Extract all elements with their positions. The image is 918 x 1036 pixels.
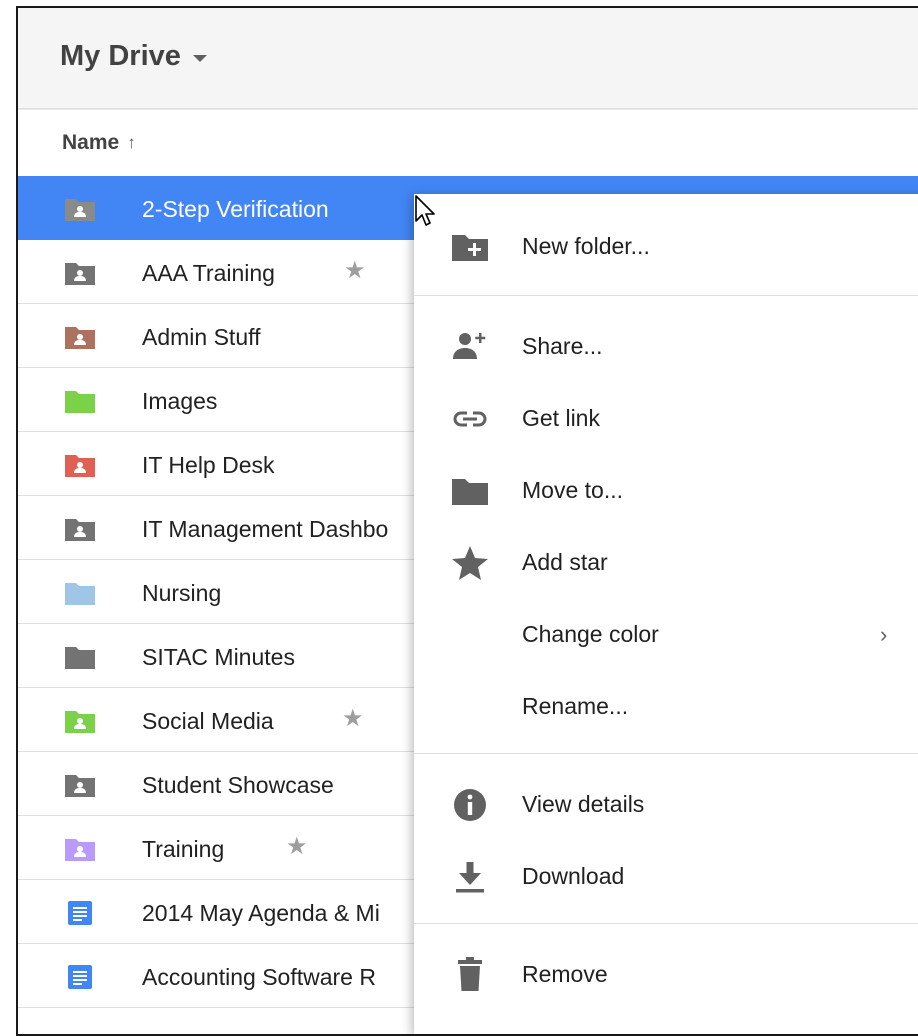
link-icon [453,411,487,427]
context-menu: New folder... Share... Get link Move to.… [414,194,918,1034]
shared-folder-icon [65,455,95,477]
menu-divider [414,923,918,924]
star-icon[interactable]: ★ [286,832,308,861]
shared-folder-icon [65,263,95,285]
file-name: AAA Training [142,260,275,286]
sort-arrow-up-icon: ↑ [127,133,136,152]
menu-divider [414,753,918,754]
star-icon [452,546,488,580]
menu-item-add-star[interactable]: Add star [414,532,918,592]
add-star-label: Add star [522,549,608,575]
name-column-label: Name [62,131,120,154]
shared-folder-icon [65,775,95,797]
new-folder-label: New folder... [522,233,650,259]
document-icon [68,901,92,925]
new-folder-icon [452,235,488,261]
shared-folder-icon [65,327,95,349]
top-bar: My Drive [18,8,918,109]
document-icon [68,965,92,989]
share-label: Share... [522,333,603,359]
menu-item-get-link[interactable]: Get link [414,388,918,448]
caret-down-icon [192,55,207,62]
file-name: Admin Stuff [142,324,261,350]
page-title: My Drive [60,40,181,72]
star-icon[interactable]: ★ [344,256,366,285]
menu-item-download[interactable]: Download [414,846,918,906]
menu-item-rename[interactable]: Rename... [414,676,918,736]
folder-icon [65,583,95,605]
add-person-icon [453,333,486,359]
menu-item-remove[interactable]: Remove [414,944,918,1004]
file-name: IT Help Desk [142,452,275,478]
file-name: SITAC Minutes [142,644,295,670]
rename-label: Rename... [522,693,629,719]
menu-item-move-to[interactable]: Move to... [414,460,918,520]
view-details-label: View details [522,791,645,817]
menu-item-share[interactable]: Share... [414,316,918,376]
file-name: 2-Step Verification [142,196,329,222]
info-icon [454,789,486,821]
star-icon[interactable]: ★ [342,704,364,733]
remove-label: Remove [522,961,608,987]
sort-by-name[interactable]: Name ↑ [62,131,136,155]
get-link-label: Get link [522,405,600,431]
folder-icon [65,647,95,669]
menu-item-change-color[interactable]: Change color › [414,604,918,664]
file-name: IT Management Dashbo [142,516,389,542]
change-color-label: Change color [522,621,659,647]
trash-icon [458,957,482,991]
menu-divider [414,295,918,296]
file-name: Accounting Software R [142,964,376,990]
file-name: Training [142,836,225,862]
folder-icon [65,391,95,413]
file-name: Nursing [142,580,222,606]
file-name: Social Media [142,708,274,734]
file-name: 2014 May Agenda & Mi [142,900,380,926]
folder-icon [452,479,488,505]
chevron-right-icon: › [880,622,888,647]
download-label: Download [522,863,625,889]
shared-folder-icon [65,199,95,221]
column-header: Name ↑ [18,110,918,177]
shared-folder-icon [65,711,95,733]
download-icon [456,862,484,893]
shared-folder-icon [65,519,95,541]
mouse-cursor-icon [415,195,435,226]
menu-item-view-details[interactable]: View details [414,774,918,834]
file-name: Student Showcase [142,772,334,798]
file-name: Images [142,388,218,414]
shared-folder-icon [65,839,95,861]
my-drive-dropdown[interactable]: My Drive [60,40,207,73]
menu-item-new-folder[interactable]: New folder... [414,216,918,276]
move-to-label: Move to... [522,477,623,503]
